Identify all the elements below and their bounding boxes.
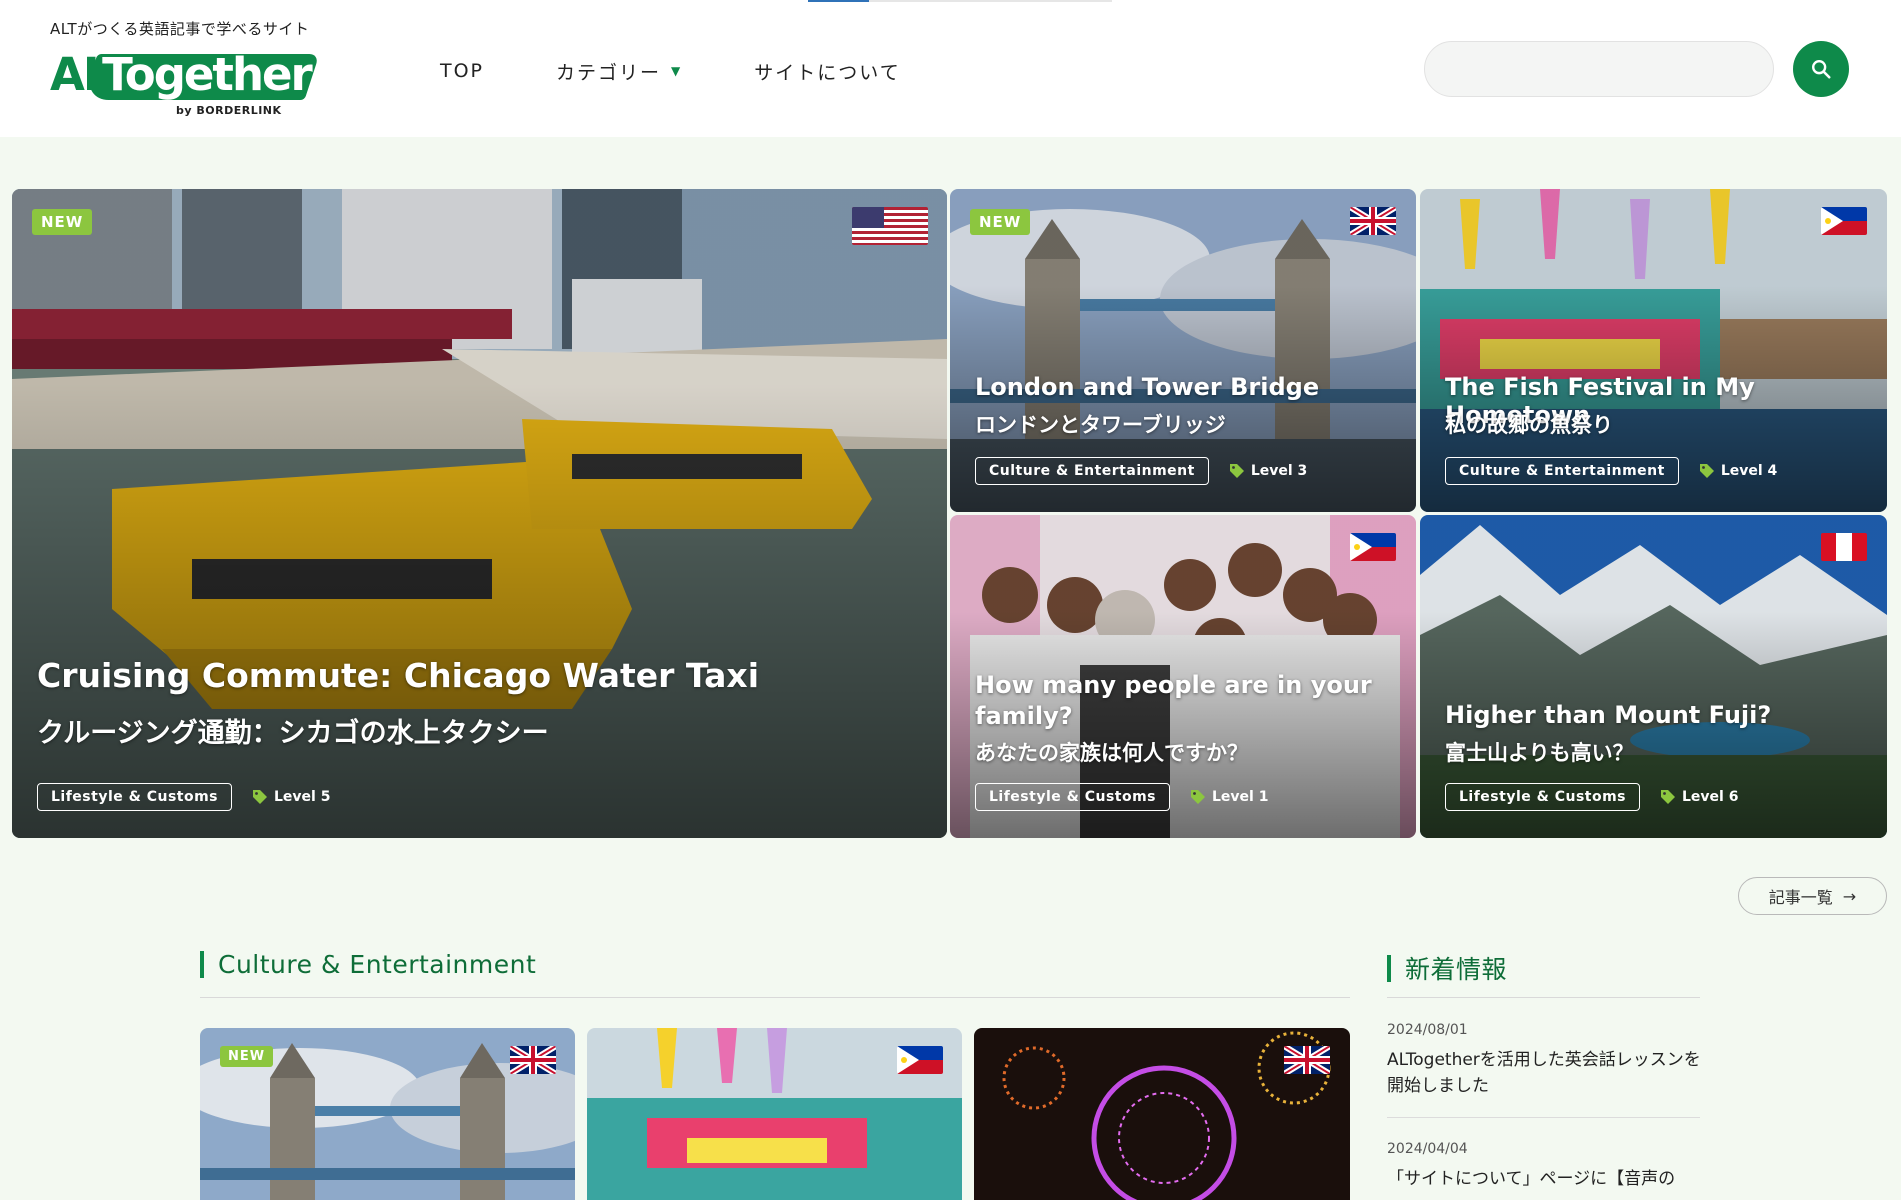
culture-section-title: Culture & Entertainment bbox=[218, 950, 537, 979]
nav-about[interactable]: サイトについて bbox=[754, 58, 900, 85]
culture-section-heading: Culture & Entertainment bbox=[200, 950, 536, 979]
category-tag[interactable]: Lifestyle & Customs bbox=[37, 783, 233, 811]
hero-title-en: Higher than Mount Fuji? bbox=[1445, 701, 1772, 729]
logo-text-rest: Together bbox=[102, 48, 313, 101]
tag-icon bbox=[1699, 464, 1714, 478]
hero-title-ja: クルージング通勤：シカゴの水上タクシー bbox=[37, 718, 549, 749]
level-badge: Level 4 bbox=[1699, 463, 1777, 479]
logo-text-al: AL bbox=[50, 48, 104, 101]
category-tag[interactable]: Culture & Entertainment bbox=[1445, 457, 1679, 485]
hero-title-en-line-2: family? bbox=[975, 702, 1073, 730]
tag-icon bbox=[1661, 790, 1676, 804]
hero-card-london[interactable]: NEW London and Tower Bridge ロンドンとタワーブリッジ… bbox=[950, 189, 1416, 512]
hero-title-en: London and Tower Bridge bbox=[975, 373, 1320, 401]
hero-title-ja: あなたの家族は何人ですか？ bbox=[975, 741, 1248, 765]
search-button[interactable] bbox=[1793, 41, 1849, 97]
hero-card-mount-fuji[interactable]: Higher than Mount Fuji? 富士山よりも高い？ Lifest… bbox=[1420, 515, 1887, 838]
us-flag-icon bbox=[852, 207, 928, 245]
tag-icon bbox=[1191, 790, 1206, 804]
category-tag[interactable]: Culture & Entertainment bbox=[975, 457, 1209, 485]
nav-top-label: TOP bbox=[440, 60, 485, 82]
hero-title-ja: 私の故郷の魚祭り bbox=[1445, 413, 1613, 437]
tag-icon bbox=[1229, 464, 1244, 478]
news-item-link[interactable]: 「サイトについて」ページに【音声の bbox=[1387, 1166, 1707, 1192]
nav-category-label: カテゴリー bbox=[556, 61, 662, 84]
logo-wordmark: ALTogether bbox=[50, 46, 320, 104]
category-tag[interactable]: Lifestyle & Customs bbox=[1445, 783, 1641, 811]
news-item-link[interactable]: ALTogetherを活用した英会話レッスンを開始しました bbox=[1387, 1047, 1707, 1099]
carousel-progress bbox=[808, 0, 1112, 2]
culture-article-fireworks[interactable] bbox=[974, 1028, 1350, 1200]
caret-down-icon: ▼ bbox=[671, 64, 683, 78]
culture-article-fish-festival[interactable] bbox=[587, 1028, 962, 1200]
level-badge: Level 6 bbox=[1660, 789, 1738, 805]
peru-flag-icon bbox=[1821, 533, 1867, 561]
news-date: 2024/08/01 bbox=[1387, 1022, 1468, 1038]
nav-about-label: サイトについて bbox=[754, 61, 901, 84]
level-text: Level 6 bbox=[1682, 789, 1739, 805]
culture-section-divider bbox=[200, 997, 1350, 998]
tag-icon bbox=[253, 790, 268, 804]
category-tag[interactable]: Lifestyle & Customs bbox=[975, 783, 1171, 811]
nav-top[interactable]: TOP bbox=[440, 60, 484, 82]
all-articles-label: 記事一覧 bbox=[1768, 888, 1833, 907]
news-date: 2024/04/04 bbox=[1387, 1141, 1468, 1157]
level-badge: Level 5 bbox=[252, 789, 330, 805]
hero-card-fish-festival[interactable]: The Fish Festival in My Hometown 私の故郷の魚祭… bbox=[1420, 189, 1887, 512]
philippines-flag-icon bbox=[1350, 533, 1396, 561]
site-header: ALTがつくる英語記事で学べるサイト ALTogether by BORDERL… bbox=[0, 0, 1901, 137]
nav-category[interactable]: カテゴリー ▼ bbox=[556, 58, 682, 85]
hero-title-en: Cruising Commute: Chicago Water Taxi bbox=[37, 656, 760, 695]
level-text: Level 3 bbox=[1250, 463, 1308, 479]
culture-article-tower-bridge[interactable]: NEW bbox=[200, 1028, 575, 1200]
logo-by-borderlink: by BORDERLINK bbox=[176, 104, 282, 117]
main-nav: TOP カテゴリー ▼ サイトについて bbox=[440, 56, 973, 86]
logo-tagline: ALTがつくる英語記事で学べるサイト bbox=[50, 20, 310, 38]
news-section-divider bbox=[1387, 997, 1700, 998]
philippines-flag-icon bbox=[897, 1046, 943, 1074]
all-articles-button[interactable]: 記事一覧 → bbox=[1738, 877, 1887, 915]
hero-title-ja: 富士山よりも高い？ bbox=[1445, 741, 1634, 765]
philippines-flag-icon bbox=[1821, 207, 1867, 235]
uk-flag-icon bbox=[1350, 207, 1396, 235]
hero-title-ja: ロンドンとタワーブリッジ bbox=[975, 413, 1226, 437]
level-text: Level 5 bbox=[274, 789, 331, 805]
level-text: Level 4 bbox=[1720, 463, 1778, 479]
hero-title-en-line-1: How many people are in your bbox=[975, 671, 1372, 699]
new-badge: NEW bbox=[220, 1046, 274, 1067]
level-text: Level 1 bbox=[1212, 789, 1269, 805]
hero-title-en: How many people are in your family? bbox=[975, 670, 1372, 732]
search-icon bbox=[1812, 60, 1831, 79]
search-input[interactable] bbox=[1424, 41, 1774, 97]
new-badge: NEW bbox=[970, 209, 1031, 235]
hero-card-family[interactable]: How many people are in your family? あなたの… bbox=[950, 515, 1416, 838]
hero-card-chicago[interactable]: NEW Cruising Commute: Chicago Water Taxi… bbox=[12, 189, 947, 838]
site-logo[interactable]: ALTがつくる英語記事で学べるサイト ALTogether by BORDERL… bbox=[50, 18, 320, 123]
uk-flag-icon bbox=[1284, 1046, 1330, 1074]
arrow-right-icon: → bbox=[1842, 886, 1857, 906]
uk-flag-icon bbox=[510, 1046, 556, 1074]
level-badge: Level 1 bbox=[1190, 789, 1268, 805]
news-separator bbox=[1387, 1117, 1700, 1118]
new-badge: NEW bbox=[32, 209, 93, 235]
news-section-heading: 新着情報 bbox=[1387, 950, 1507, 986]
news-section-title: 新着情報 bbox=[1405, 955, 1508, 984]
level-badge: Level 3 bbox=[1229, 463, 1307, 479]
